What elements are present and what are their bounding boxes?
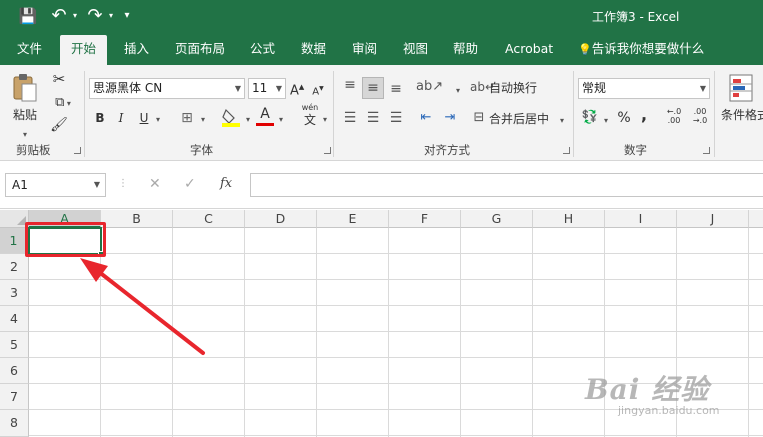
watermark-logo: Bai 经验 — [585, 373, 710, 406]
watermark: Bai 经验 jingyan.baidu.com — [585, 368, 720, 417]
watermark-url: jingyan.baidu.com — [618, 404, 720, 417]
